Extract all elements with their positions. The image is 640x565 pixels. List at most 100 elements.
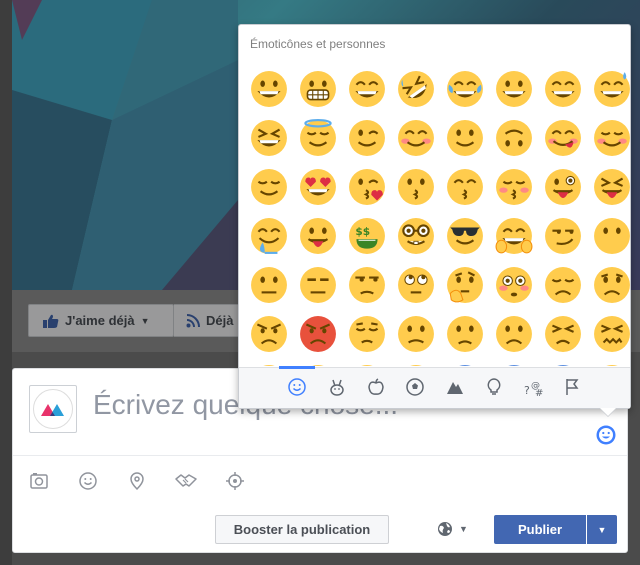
- chevron-down-icon: ▼: [140, 315, 150, 326]
- emoji-thinking[interactable]: [440, 260, 489, 309]
- emoji-kissing-closed-eyes[interactable]: [489, 162, 538, 211]
- emoji-unamused[interactable]: [342, 260, 391, 309]
- emoji-rage[interactable]: [293, 309, 342, 358]
- page-logo: [33, 389, 73, 429]
- emoji-pensive[interactable]: [342, 309, 391, 358]
- emoji-relieved[interactable]: [587, 113, 630, 162]
- emoji-drooling[interactable]: [244, 211, 293, 260]
- apple-icon: [368, 378, 384, 395]
- publish-button[interactable]: Publier: [494, 515, 586, 544]
- emoji-smile[interactable]: [538, 64, 587, 113]
- emoji-row-partial[interactable]: [391, 358, 440, 366]
- emoji-row-partial[interactable]: [489, 358, 538, 366]
- emoji-relieved-closed[interactable]: [244, 162, 293, 211]
- category-flags[interactable]: [559, 374, 585, 400]
- emoji-no-mouth[interactable]: [587, 211, 630, 260]
- emoji-picker-button[interactable]: [595, 424, 617, 446]
- emoji-row-partial[interactable]: [440, 358, 489, 366]
- targeting-button[interactable]: [223, 469, 247, 493]
- tag-sponsor-button[interactable]: [174, 469, 198, 493]
- money-mouth-emoji-icon: $$: [348, 217, 385, 254]
- emoji-blush[interactable]: [391, 113, 440, 162]
- emoji-frowning[interactable]: [489, 309, 538, 358]
- slight-smile-emoji-icon: [446, 119, 483, 156]
- category-animals-nature[interactable]: [324, 374, 350, 400]
- emoji-rolling-eyes[interactable]: [391, 260, 440, 309]
- emoji-worried[interactable]: [587, 260, 630, 309]
- flushed-emoji-icon: [495, 266, 532, 303]
- thumbs-up-icon: [43, 314, 59, 328]
- partial-emoji-icon: [506, 364, 521, 366]
- smiley-icon: [79, 472, 97, 490]
- emoji-joy[interactable]: [440, 64, 489, 113]
- emoji-angry[interactable]: [244, 309, 293, 358]
- emoji-confounded[interactable]: [587, 309, 630, 358]
- emoji-kissing[interactable]: [391, 162, 440, 211]
- active-category-indicator: [279, 366, 315, 369]
- check-in-button[interactable]: [125, 469, 149, 493]
- emoji-grinning[interactable]: [244, 64, 293, 113]
- emoji-persevere[interactable]: [538, 309, 587, 358]
- emoji-hugging[interactable]: [489, 211, 538, 260]
- camera-icon: [30, 473, 48, 489]
- category-food-drink[interactable]: [363, 374, 389, 400]
- emoji-nerd[interactable]: [391, 211, 440, 260]
- feeling-button[interactable]: [76, 469, 100, 493]
- category-activity[interactable]: [402, 374, 428, 400]
- category-travel-places[interactable]: [442, 374, 468, 400]
- stuck-out-tongue-closed-emoji-icon: [593, 168, 630, 205]
- emoji-slight-smile[interactable]: [440, 113, 489, 162]
- neutral-emoji-icon: [250, 266, 287, 303]
- emoji-flushed[interactable]: [489, 260, 538, 309]
- emoji-innocent[interactable]: [293, 113, 342, 162]
- audience-selector[interactable]: ▼: [437, 521, 468, 537]
- rabbit-icon: [330, 379, 344, 396]
- grinning-emoji-icon: [250, 70, 287, 107]
- emoji-grin[interactable]: [342, 64, 391, 113]
- partial-emoji-icon: [408, 364, 423, 366]
- emoji-row-partial[interactable]: [587, 358, 630, 366]
- category-smileys-people[interactable]: [284, 374, 310, 400]
- emoji-kissing-smiling-eyes[interactable]: [440, 162, 489, 211]
- confounded-emoji-icon: [593, 315, 630, 352]
- emoji-row-partial[interactable]: [538, 358, 587, 366]
- soccer-ball-icon: [406, 378, 424, 396]
- photo-video-button[interactable]: [27, 469, 51, 493]
- chevron-down-icon: ▼: [459, 524, 468, 534]
- page-background: [0, 0, 12, 565]
- emoji-stuck-out-tongue-closed[interactable]: [587, 162, 630, 211]
- emoji-yum[interactable]: [538, 113, 587, 162]
- emoji-scroll-area[interactable]: $$: [239, 61, 630, 366]
- emoji-rofl[interactable]: [391, 64, 440, 113]
- frowning-emoji-icon: [495, 315, 532, 352]
- emoji-grimacing[interactable]: [293, 64, 342, 113]
- liked-button[interactable]: J'aime déjà ▼: [28, 304, 174, 337]
- emoji-sweat-smile[interactable]: [587, 64, 630, 113]
- emoji-row-partial[interactable]: [293, 358, 342, 366]
- emoji-money-mouth[interactable]: $$: [342, 211, 391, 260]
- category-symbols[interactable]: ? @ #: [521, 374, 547, 400]
- emoji-row-partial[interactable]: [342, 358, 391, 366]
- emoji-smiley[interactable]: [489, 64, 538, 113]
- emoji-laughing[interactable]: [244, 113, 293, 162]
- location-pin-icon: [130, 472, 144, 491]
- boost-post-button[interactable]: Booster la publication: [215, 515, 389, 544]
- emoji-wink[interactable]: [342, 113, 391, 162]
- category-objects[interactable]: [481, 374, 507, 400]
- emoji-expressionless[interactable]: [293, 260, 342, 309]
- emoji-disappointed[interactable]: [538, 260, 587, 309]
- emoji-heart-eyes[interactable]: [293, 162, 342, 211]
- emoji-smirk[interactable]: [538, 211, 587, 260]
- emoji-neutral[interactable]: [244, 260, 293, 309]
- emoji-sunglasses[interactable]: [440, 211, 489, 260]
- publish-options-button[interactable]: ▼: [587, 515, 617, 544]
- emoji-upside-down[interactable]: [489, 113, 538, 162]
- joy-emoji-icon: [446, 70, 483, 107]
- smile-emoji-icon: [544, 70, 581, 107]
- emoji-confused[interactable]: [391, 309, 440, 358]
- emoji-kissing-heart[interactable]: [342, 162, 391, 211]
- emoji-stuck-out-tongue-wink[interactable]: [538, 162, 587, 211]
- emoji-row-partial[interactable]: [244, 358, 293, 366]
- emoji-stuck-out-tongue[interactable]: [293, 211, 342, 260]
- emoji-slight-frown[interactable]: [440, 309, 489, 358]
